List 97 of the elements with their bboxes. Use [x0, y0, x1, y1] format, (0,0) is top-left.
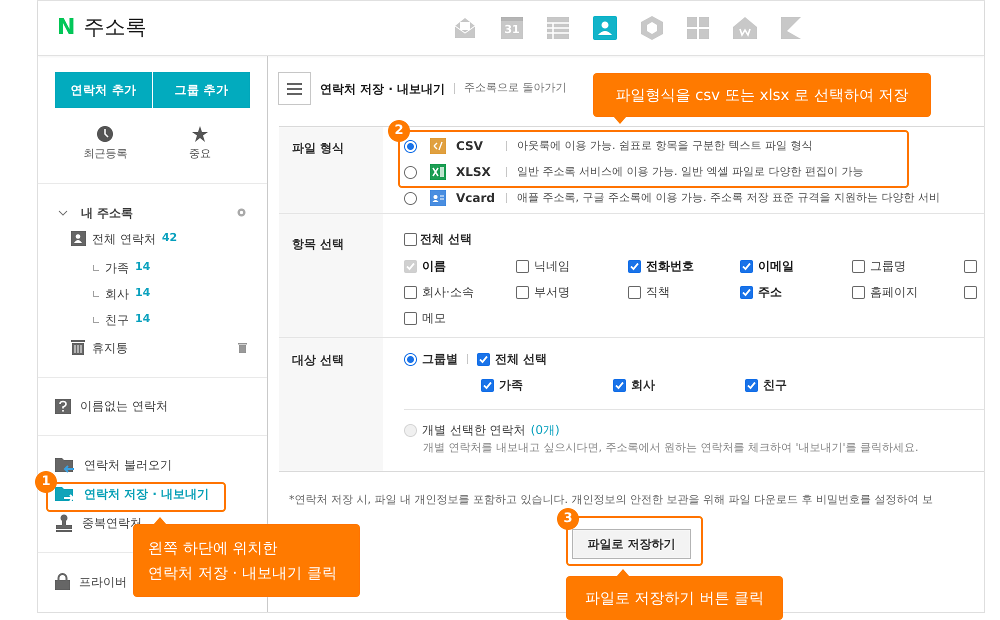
tree-item[interactable]: 회사 [105, 284, 129, 302]
format-name: Vcard [456, 190, 496, 207]
checkbox[interactable] [613, 378, 626, 392]
folder-arrow-icon [55, 456, 75, 474]
contacts-icon[interactable] [593, 16, 617, 40]
radio-label: 그룹별 [422, 351, 458, 368]
hint-text: 개별 연락처를 내보내고 싶으시다면, 주소록에서 원하는 연락처를 체크하여 '내보내기'를 클릭하세요. [422, 440, 920, 456]
tree-item[interactable]: 휴지통 [92, 338, 128, 356]
checkbox[interactable] [740, 286, 753, 298]
checkbox[interactable] [404, 312, 417, 324]
checkbox[interactable] [852, 286, 865, 298]
spreadsheet-icon [430, 164, 446, 180]
contact-count: (0개) [530, 422, 560, 439]
checkbox-label: 가족 [499, 377, 523, 394]
checkbox-label: 부서명 [534, 284, 570, 301]
row-label: 파일 형식 [292, 141, 344, 155]
checkbox-label: 이름 [422, 258, 446, 275]
format-description: 아웃룩에 이용 가능. 쉼표로 항목을 구분한 텍스트 파일 형식 [517, 138, 812, 154]
contact-card-icon [430, 190, 446, 206]
app-title: 주소록 [83, 14, 146, 42]
tree-item[interactable]: 전체 연락처 [92, 230, 156, 248]
back-link[interactable]: 주소록으로 돌아가기 [464, 80, 567, 97]
checkbox-label: 주소 [758, 284, 782, 301]
format-name: CSV [456, 138, 484, 155]
question-card-icon [55, 398, 71, 414]
format-description: 일반 주소록 서비스에 이용 가능. 일반 엑셀 파일로 다양한 편집이 가능 [517, 164, 864, 180]
contact-count: 14 [135, 285, 150, 302]
tree-branch-icon [93, 290, 99, 296]
folder-arrow-icon [55, 485, 75, 503]
checkbox[interactable] [628, 286, 641, 298]
contact-card-icon [71, 231, 86, 246]
stamp-icon [55, 514, 73, 532]
radio-label: 개별 선택한 연락처 [422, 422, 526, 439]
row-label: 항목 선택 [292, 237, 344, 251]
radio-button[interactable] [404, 166, 417, 178]
checkbox-label: 그룹명 [870, 258, 906, 275]
checkbox-label: 홈페이지 [870, 284, 918, 301]
checkbox[interactable] [964, 286, 977, 298]
checkbox-label: 전체 선택 [420, 231, 472, 248]
menu-icon [287, 82, 302, 94]
sidebar-link[interactable]: 프라이버 [79, 572, 127, 590]
checkbox[interactable] [852, 260, 865, 272]
tree-folder[interactable]: 내 주소록 [81, 204, 134, 222]
checkbox-label: 전화번호 [646, 258, 694, 275]
radio-button[interactable] [404, 192, 417, 204]
contact-count: 42 [162, 230, 178, 246]
checkbox-label: 닉네임 [534, 258, 570, 275]
tooltip-arrow [153, 517, 167, 525]
tree-item[interactable]: 친구 [105, 310, 129, 328]
tree-branch-icon [93, 264, 99, 270]
checkbox-label: 직책 [646, 284, 670, 301]
quick-link[interactable]: 중요 [188, 146, 211, 162]
checkbox[interactable] [964, 260, 977, 272]
checkbox[interactable] [745, 378, 758, 392]
row-label: 대상 선택 [292, 353, 344, 367]
clock-icon[interactable] [97, 126, 114, 142]
contact-count: 14 [135, 311, 150, 328]
trash-icon [71, 340, 85, 355]
menu-button[interactable] [278, 72, 311, 105]
privacy-note: *연락처 저장 시, 파일 내 개인정보를 포함하고 있습니다. 개인정보의 안전한 보관을 위해 파일 다운로드 후 비밀번호를 설정하여 보 [289, 492, 933, 506]
checkbox-label: 친구 [763, 377, 787, 394]
radio-button[interactable] [404, 140, 417, 152]
star-icon[interactable] [192, 126, 208, 142]
contact-count: 14 [135, 259, 150, 276]
checkbox[interactable] [516, 260, 529, 272]
tooltip-arrow [613, 116, 627, 124]
checkbox[interactable] [477, 352, 490, 366]
lock-icon [55, 573, 70, 590]
checkbox-label: 회사 [631, 377, 655, 394]
checkbox-label: 메모 [422, 310, 446, 327]
trash-icon[interactable] [238, 342, 247, 352]
settings-icon[interactable] [236, 207, 247, 218]
checkbox[interactable] [740, 260, 753, 272]
quick-link[interactable]: 최근등록 [83, 146, 128, 162]
tree-branch-icon [93, 316, 99, 322]
checkbox-label: 이메일 [758, 258, 794, 275]
tree-item[interactable]: 가족 [105, 258, 129, 276]
sidebar-link[interactable]: 연락처 불러오기 [55, 450, 172, 480]
tooltip-arrow [616, 569, 630, 577]
format-name: XLSX [456, 164, 492, 181]
save-file-button[interactable]: 파일로 저장하기 [572, 529, 691, 559]
page-title: 연락처 저장 · 내보내기 [320, 80, 446, 98]
checkbox[interactable] [404, 286, 417, 298]
format-description: 애플 주소록, 구글 주소록에 이용 가능. 주소록 저장 표준 규격을 지원하는 다양한 서비 [517, 190, 940, 206]
checkbox-label: 회사·소속 [422, 284, 474, 301]
step-number-badge: 2 [388, 120, 410, 142]
step-number-badge: 1 [35, 471, 57, 493]
checkbox[interactable] [481, 378, 494, 392]
checkbox-label: 전체 선택 [495, 351, 548, 368]
checkbox[interactable] [516, 286, 529, 298]
code-file-icon [430, 138, 446, 154]
radio-button[interactable] [404, 352, 417, 366]
checkbox[interactable] [404, 232, 417, 246]
checkbox[interactable] [628, 260, 641, 272]
chevron-icon[interactable] [58, 208, 68, 218]
step-number-badge: 3 [557, 508, 579, 530]
sidebar-link[interactable]: 이름없는 연락처 [80, 397, 168, 415]
